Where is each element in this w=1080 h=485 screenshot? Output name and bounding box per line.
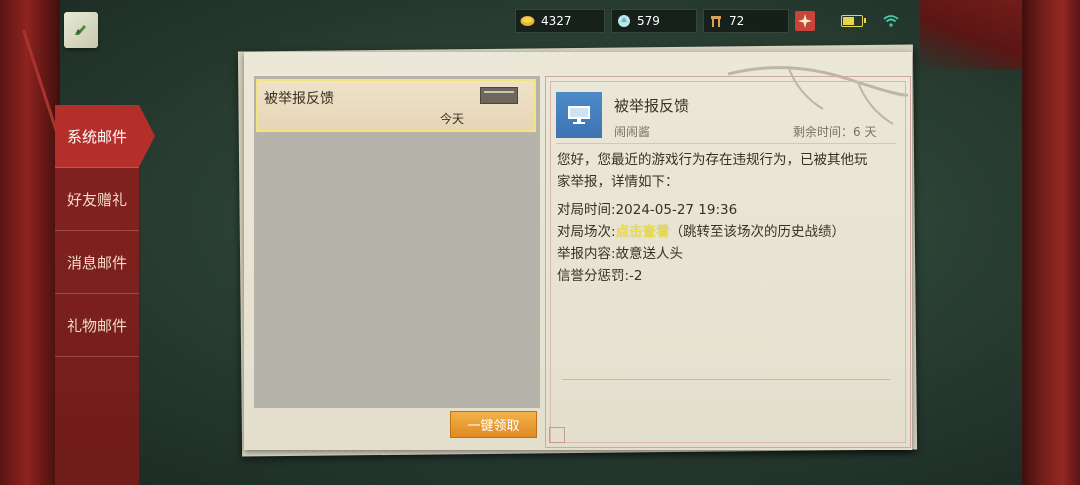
- tab-label: 礼物邮件: [66, 316, 127, 335]
- mail-sender: 闹闹酱: [614, 125, 651, 139]
- mail-title: 被举报反馈: [614, 97, 690, 115]
- claim-all-button[interactable]: 一键领取: [450, 411, 537, 438]
- wifi-icon: [883, 15, 899, 27]
- view-match-link[interactable]: 点击查看: [616, 224, 670, 240]
- ticket-value: 72: [729, 14, 745, 28]
- tab-system-mail[interactable]: 系统邮件: [55, 105, 155, 168]
- match-row: 对局场次:点击查看（跳转至该场次的历史战绩）: [557, 221, 902, 243]
- back-arrow-icon: [75, 25, 86, 35]
- tab-label: 好友赠礼: [66, 190, 127, 209]
- mail-remaining-time: 剩余时间：6 天: [793, 125, 877, 139]
- credit-penalty: 信誉分惩罚:-2: [557, 268, 643, 284]
- back-button[interactable]: [64, 12, 98, 48]
- envelope-icon: [480, 87, 518, 104]
- curtain-left: [0, 0, 60, 485]
- mail-item-date: 今天: [439, 112, 464, 126]
- divider: [562, 379, 890, 380]
- tab-label: 消息邮件: [66, 253, 127, 272]
- body-intro-line: 您好，您最近的游戏行为存在违规行为，已被其他玩: [557, 152, 868, 168]
- mail-item-title: 被举报反馈: [264, 91, 334, 107]
- mail-list-item[interactable]: 被举报反馈 今天: [256, 79, 536, 132]
- gem-value: 579: [637, 14, 660, 28]
- report-content: 举报内容:故意送人头: [557, 246, 684, 262]
- curtain-right: [1022, 0, 1080, 485]
- gold-icon: [520, 14, 535, 29]
- match-time: 对局时间:2024-05-27 19:36: [557, 202, 738, 218]
- match-hint: （跳转至该场次的历史战绩）: [669, 224, 846, 240]
- battery-icon: [841, 15, 866, 27]
- body-intro-line: 家举报，详情如下：: [557, 174, 679, 190]
- mail-category-sidebar: 系统邮件 好友赠礼 消息邮件 礼物邮件: [55, 105, 155, 485]
- tab-message-mail[interactable]: 消息邮件: [55, 231, 139, 294]
- tab-friend-gifts[interactable]: 好友赠礼: [55, 168, 139, 231]
- gate-icon: [708, 14, 723, 29]
- sparkle-badge-icon[interactable]: [795, 11, 815, 31]
- gold-value: 4327: [541, 14, 572, 28]
- monitor-icon: [568, 106, 590, 124]
- mail-body: 您好，您最近的游戏行为存在违规行为，已被其他玩 家举报，详情如下： 对局时间:2…: [557, 149, 902, 287]
- gem-counter: 579: [611, 9, 697, 33]
- tab-label: 系统邮件: [66, 127, 127, 146]
- divider: [556, 143, 896, 144]
- gold-counter: 4327: [515, 9, 605, 33]
- seal-stamp-icon: [549, 427, 565, 443]
- ticket-counter: 72: [703, 9, 789, 33]
- sender-avatar: [556, 92, 602, 138]
- resource-bar: 4327 579 72: [515, 9, 899, 33]
- gem-icon: [616, 14, 631, 29]
- match-label: 对局场次:: [557, 224, 616, 240]
- tab-gift-mail[interactable]: 礼物邮件: [55, 294, 139, 357]
